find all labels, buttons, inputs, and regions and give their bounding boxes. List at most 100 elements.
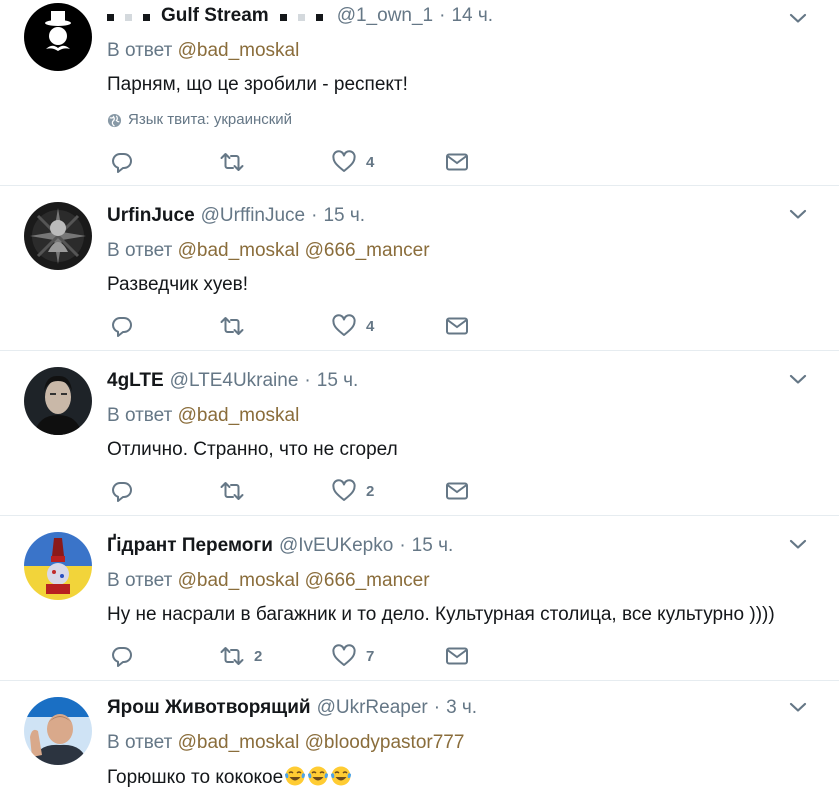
tweet-time[interactable]: 15 ч. — [412, 534, 454, 558]
avatar-image — [24, 367, 92, 435]
reply-context: В ответ @bad_moskal — [107, 405, 300, 426]
retweet-icon — [220, 153, 244, 171]
like-count: 7 — [366, 647, 375, 665]
name-decoration — [297, 14, 305, 21]
tears-of-joy-emoji — [285, 766, 306, 786]
like-count: 4 — [366, 153, 375, 171]
like-button[interactable]: 2 — [332, 478, 374, 504]
like-count: 2 — [366, 482, 375, 500]
tweet-text: Горюшко то кококое — [107, 765, 789, 790]
reply-button[interactable] — [110, 643, 144, 669]
avatar[interactable] — [24, 3, 92, 71]
retweet-button[interactable] — [220, 149, 254, 175]
like-button[interactable]: 7 — [332, 643, 374, 669]
retweet-count: 2 — [254, 647, 263, 665]
avatar[interactable] — [24, 202, 92, 270]
avatar[interactable] — [24, 532, 92, 600]
heart-icon — [332, 644, 356, 666]
reply-icon — [112, 482, 132, 502]
tweet-actions: 4 — [110, 149, 490, 175]
tweet-actions: 4 — [110, 313, 490, 339]
reply-icon — [112, 153, 132, 173]
tweet-text: Отлично. Странно, что не сгорел — [107, 439, 398, 460]
author-username[interactable]: @LTE4Ukraine — [170, 369, 299, 393]
reply-mention[interactable]: @bad_moskal — [178, 405, 300, 426]
globe-icon — [107, 113, 122, 127]
tweet-time[interactable]: 15 ч. — [323, 204, 365, 228]
author-name[interactable]: Gulf Stream — [161, 4, 269, 28]
direct-message-button[interactable] — [445, 149, 469, 175]
reply-button[interactable] — [110, 149, 144, 175]
tears-of-joy-emoji — [331, 766, 352, 786]
tweet-time[interactable]: 3 ч. — [446, 696, 477, 720]
avatar[interactable] — [24, 367, 92, 435]
retweet-icon — [220, 317, 244, 335]
name-decoration — [279, 14, 287, 21]
reply-button[interactable] — [110, 313, 144, 339]
tweet-time[interactable]: 14 ч. — [451, 4, 493, 28]
retweet-icon — [220, 482, 244, 500]
like-button[interactable]: 4 — [332, 149, 374, 175]
tweet-time[interactable]: 15 ч. — [317, 369, 359, 393]
envelope-icon — [446, 482, 468, 500]
tweet-actions: 2 7 — [110, 643, 490, 669]
tweet-text: Ну не насрали в багажник и то дело. Куль… — [107, 604, 775, 625]
name-decoration — [315, 14, 323, 21]
reply-button[interactable] — [110, 478, 144, 504]
author-name[interactable]: 4gLTE — [107, 369, 164, 393]
like-button[interactable]: 4 — [332, 313, 374, 339]
tweet[interactable]: Ґідрант Перемоги @IvEUKepko · 15 ч. В от… — [0, 516, 839, 681]
direct-message-button[interactable] — [445, 643, 469, 669]
chevron-down-icon[interactable] — [789, 373, 807, 385]
retweet-button[interactable] — [220, 313, 254, 339]
tweet[interactable]: Gulf Stream @1_own_1 · 14 ч. В ответ @ba… — [0, 0, 839, 186]
avatar-image — [24, 3, 92, 71]
retweet-button[interactable] — [220, 478, 254, 504]
chevron-down-icon[interactable] — [789, 12, 807, 24]
reply-icon — [112, 647, 132, 667]
direct-message-button[interactable] — [445, 478, 469, 504]
chevron-down-icon[interactable] — [789, 208, 807, 220]
envelope-icon — [446, 153, 468, 171]
name-decoration — [143, 14, 150, 21]
author-username[interactable]: @IvEUKepko — [279, 534, 393, 558]
direct-message-button[interactable] — [445, 313, 469, 339]
heart-icon — [332, 314, 356, 336]
retweet-icon — [220, 647, 244, 665]
envelope-icon — [446, 647, 468, 665]
envelope-icon — [446, 317, 468, 335]
author-name[interactable]: UrfinJuce — [107, 204, 195, 228]
chevron-down-icon[interactable] — [789, 701, 807, 713]
heart-icon — [332, 150, 356, 172]
tweet-text: Разведчик хуев! — [107, 274, 249, 295]
tweet-actions: 2 — [110, 478, 490, 504]
name-decoration — [107, 14, 114, 21]
author-name[interactable]: Ярош Животворящий — [107, 696, 311, 720]
chevron-down-icon[interactable] — [789, 538, 807, 550]
author-username[interactable]: @UrffinJuce — [201, 204, 305, 228]
like-count: 4 — [366, 317, 375, 335]
reply-context: В ответ @bad_moskal @bloodypastor777 — [107, 732, 465, 753]
tweet-language: Язык твита: украинский — [107, 110, 789, 130]
author-name[interactable]: Ґідрант Перемоги — [107, 534, 273, 558]
avatar[interactable] — [24, 697, 92, 765]
reply-mention[interactable]: @bad_moskal @666_mancer — [178, 570, 430, 591]
retweet-button[interactable]: 2 — [220, 643, 262, 669]
tweet-text: Парням, що це зробили - респект! — [107, 74, 408, 95]
heart-icon — [332, 479, 356, 501]
tweet[interactable]: 4gLTE @LTE4Ukraine · 15 ч. В ответ @bad_… — [0, 351, 839, 516]
avatar-image — [24, 532, 92, 600]
avatar-image — [24, 202, 92, 270]
reply-mention[interactable]: @bad_moskal @bloodypastor777 — [178, 732, 465, 753]
tweet[interactable]: Ярош Животворящий @UkrReaper · 3 ч. В от… — [0, 681, 839, 807]
reply-context: В ответ @bad_moskal @666_mancer — [107, 240, 430, 261]
reply-mention[interactable]: @bad_moskal — [178, 40, 300, 61]
name-decoration — [125, 14, 132, 21]
tears-of-joy-emoji — [308, 766, 329, 786]
reply-mention[interactable]: @bad_moskal @666_mancer — [178, 240, 430, 261]
author-username[interactable]: @1_own_1 — [337, 4, 433, 28]
author-username[interactable]: @UkrReaper — [317, 696, 428, 720]
reply-context: В ответ @bad_moskal — [107, 40, 300, 61]
reply-context: В ответ @bad_moskal @666_mancer — [107, 570, 430, 591]
tweet[interactable]: UrfinJuce @UrffinJuce · 15 ч. В ответ @b… — [0, 186, 839, 351]
